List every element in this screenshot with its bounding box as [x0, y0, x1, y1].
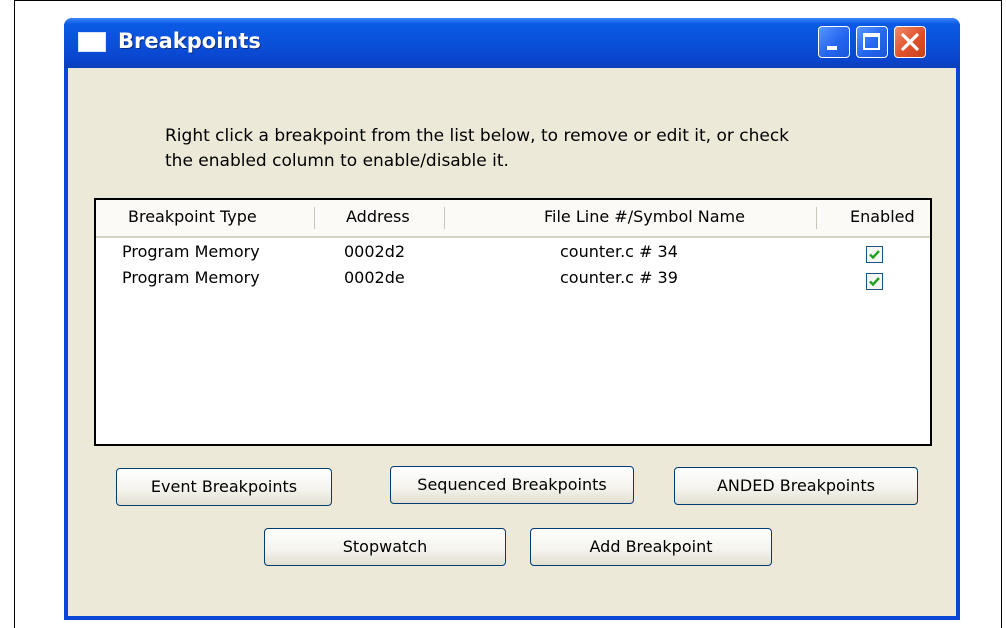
- instructions-text: Right click a breakpoint from the list b…: [165, 124, 885, 174]
- column-header-breakpoint-type[interactable]: Breakpoint Type: [128, 207, 257, 226]
- column-header-file-line[interactable]: File Line #/Symbol Name: [544, 207, 745, 226]
- close-x-glyph: [901, 33, 919, 51]
- breakpoints-window: Breakpoints Right click a breakpoint fro…: [64, 18, 960, 620]
- cell-breakpoint-type: Program Memory: [122, 242, 260, 261]
- close-icon[interactable]: [894, 26, 926, 58]
- table-row[interactable]: Program Memory 0002d2 counter.c # 34: [96, 240, 930, 266]
- column-separator[interactable]: [444, 207, 445, 229]
- instructions-line-1: Right click a breakpoint from the list b…: [165, 126, 790, 146]
- enabled-checkbox[interactable]: [866, 246, 883, 263]
- anded-breakpoints-button[interactable]: ANDED Breakpoints: [674, 467, 918, 505]
- column-header-address[interactable]: Address: [346, 207, 410, 226]
- column-separator[interactable]: [314, 207, 315, 229]
- cell-file-line: counter.c # 34: [560, 242, 678, 261]
- add-breakpoint-button[interactable]: Add Breakpoint: [530, 528, 772, 566]
- cell-address: 0002d2: [344, 242, 406, 261]
- check-icon: [869, 277, 880, 287]
- instructions-line-2: the enabled column to enable/disable it.: [165, 151, 509, 171]
- cell-breakpoint-type: Program Memory: [122, 268, 260, 287]
- column-header-enabled[interactable]: Enabled: [850, 207, 915, 226]
- minimize-icon[interactable]: [818, 26, 850, 58]
- stopwatch-button[interactable]: Stopwatch: [264, 528, 506, 566]
- breakpoint-list[interactable]: Breakpoint Type Address File Line #/Symb…: [94, 198, 932, 446]
- window-icon: [78, 32, 106, 52]
- window-title: Breakpoints: [118, 29, 261, 53]
- enabled-checkbox[interactable]: [866, 273, 883, 290]
- check-icon: [869, 250, 880, 260]
- title-bar[interactable]: Breakpoints: [64, 18, 960, 68]
- maximize-icon[interactable]: [856, 26, 888, 58]
- table-row[interactable]: Program Memory 0002de counter.c # 39: [96, 266, 930, 292]
- event-breakpoints-button[interactable]: Event Breakpoints: [116, 468, 332, 506]
- sequenced-breakpoints-button[interactable]: Sequenced Breakpoints: [390, 466, 634, 504]
- cell-file-line: counter.c # 39: [560, 268, 678, 287]
- dialog-client-area: Right click a breakpoint from the list b…: [68, 68, 956, 616]
- column-separator[interactable]: [816, 207, 817, 229]
- cell-address: 0002de: [344, 268, 405, 287]
- list-header: Breakpoint Type Address File Line #/Symb…: [96, 200, 930, 238]
